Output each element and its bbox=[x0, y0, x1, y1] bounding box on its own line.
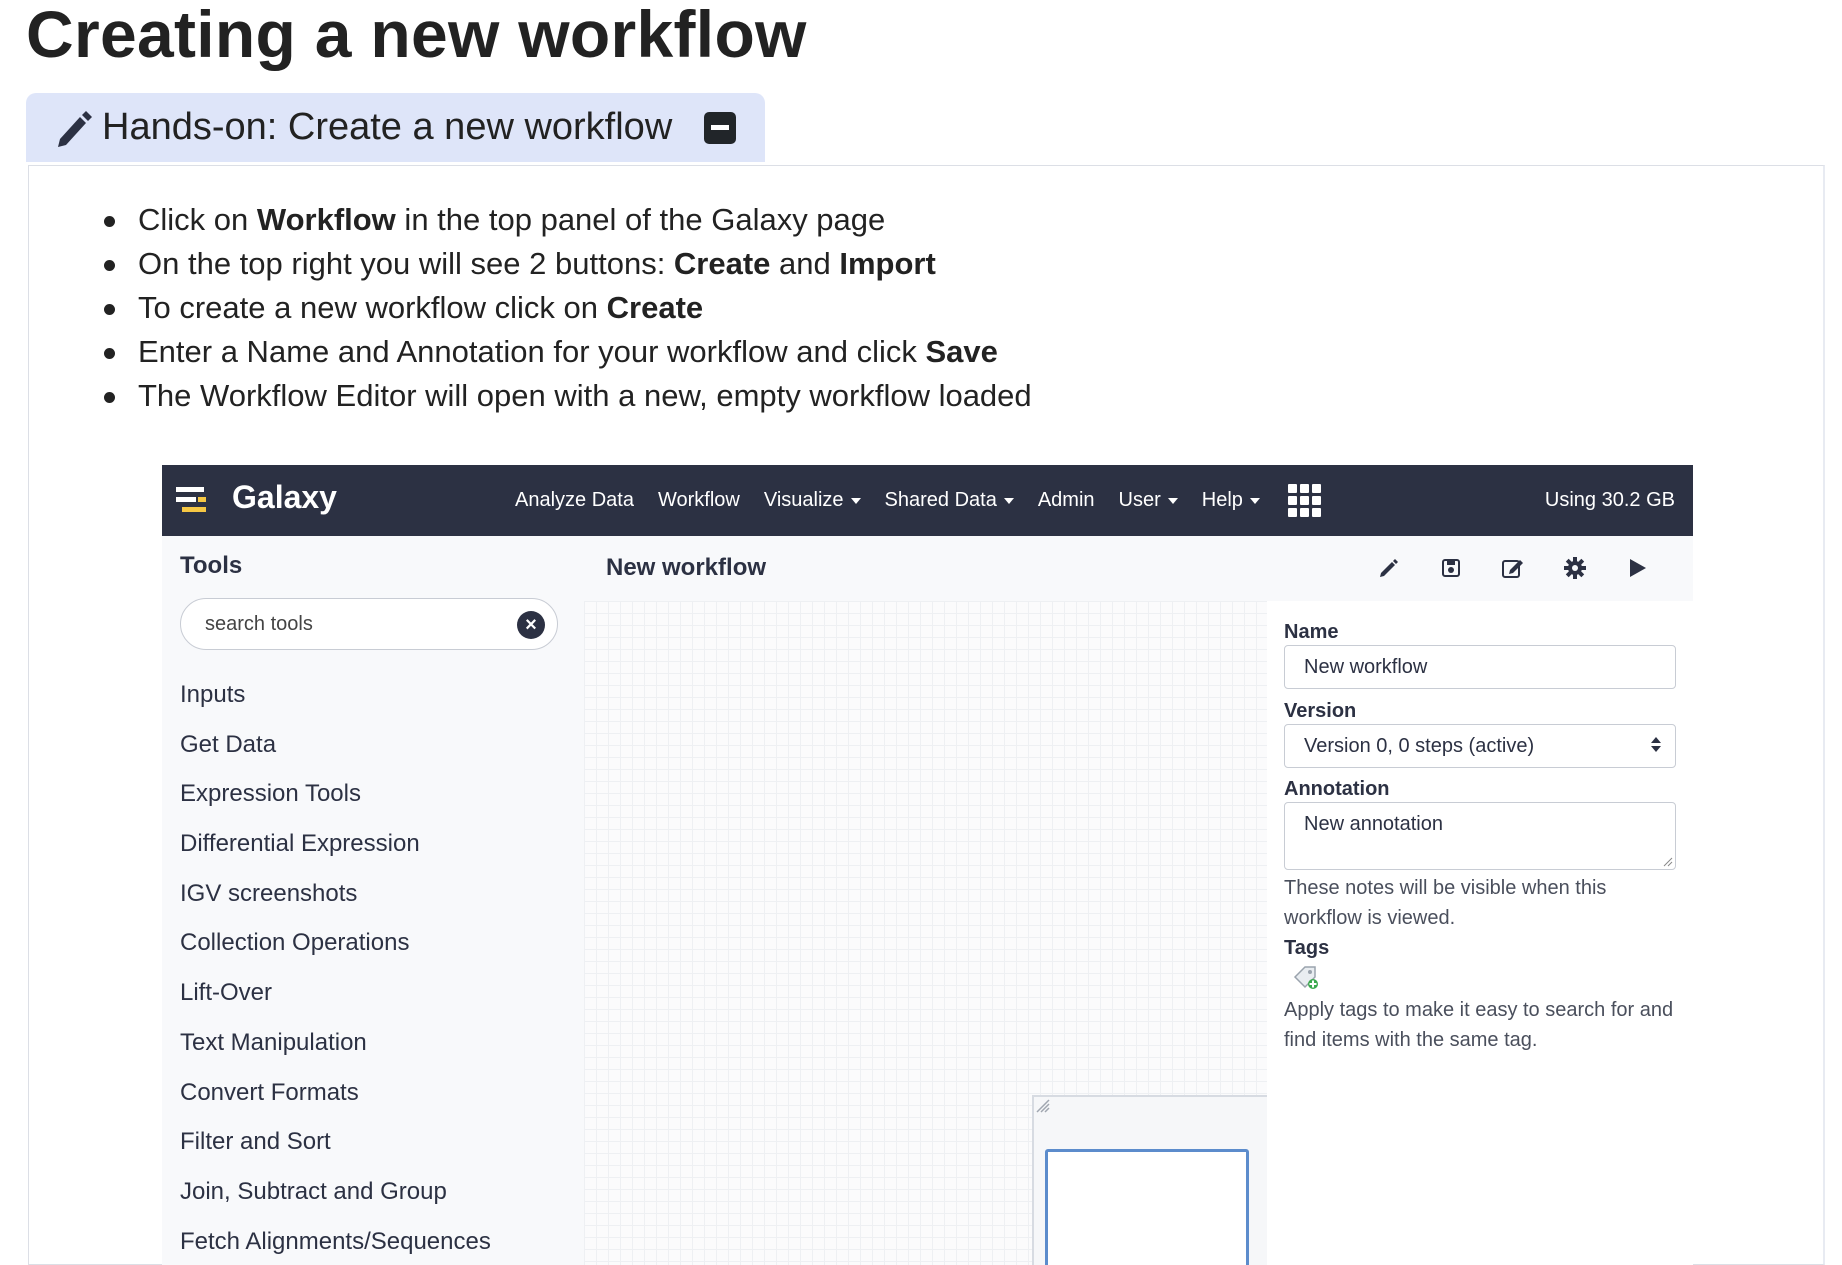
save-icon[interactable] bbox=[1435, 552, 1467, 584]
list-item: To create a new workflow click on Create bbox=[98, 286, 1032, 330]
tool-section-item[interactable]: Convert Formats bbox=[180, 1078, 491, 1128]
editor-toolbar bbox=[1343, 552, 1653, 584]
nav-bar: Analyze Data Workflow Visualize Shared D… bbox=[515, 465, 1321, 536]
masthead: Galaxy Analyze Data Workflow Visualize S… bbox=[162, 465, 1693, 536]
apps-grid-icon[interactable] bbox=[1287, 484, 1321, 517]
tool-section-item[interactable]: Lift-Over bbox=[180, 978, 491, 1028]
page-title: Creating a new workflow bbox=[26, 0, 807, 71]
tags-label: Tags bbox=[1284, 937, 1330, 959]
chevron-down-icon bbox=[1003, 497, 1014, 504]
annotation-help: These notes will be visible when this wo… bbox=[1284, 877, 1607, 929]
play-icon[interactable] bbox=[1621, 552, 1653, 584]
nav-visualize[interactable]: Visualize bbox=[764, 489, 861, 512]
editor-header: New workflow bbox=[584, 536, 1693, 601]
quota-meter[interactable]: Using 30.2 GB bbox=[1545, 489, 1675, 512]
galaxy-logo-icon bbox=[176, 487, 206, 512]
steps-list: Click on Workflow in the top panel of th… bbox=[98, 198, 1032, 418]
tool-section-item[interactable]: Expression Tools bbox=[180, 779, 491, 829]
nav-shared-data[interactable]: Shared Data bbox=[885, 489, 1014, 512]
nav-user[interactable]: User bbox=[1119, 489, 1178, 512]
list-item: The Workflow Editor will open with a new… bbox=[98, 374, 1032, 418]
chevron-down-icon bbox=[1249, 497, 1260, 504]
workflow-overview[interactable] bbox=[1032, 1095, 1269, 1265]
list-item: On the top right you will see 2 buttons:… bbox=[98, 242, 1032, 286]
overview-viewport[interactable] bbox=[1045, 1149, 1249, 1265]
tool-section-item[interactable]: Get Data bbox=[180, 730, 491, 780]
edit-icon[interactable] bbox=[1497, 552, 1529, 584]
chevron-down-icon bbox=[1167, 497, 1178, 504]
tool-panel: Tools search tools × Inputs Get Data Exp… bbox=[162, 536, 584, 1265]
tool-section-list: Inputs Get Data Expression Tools Differe… bbox=[180, 680, 491, 1265]
annotation-field[interactable]: New annotation bbox=[1284, 802, 1676, 870]
tool-section-item[interactable]: Text Manipulation bbox=[180, 1028, 491, 1078]
handson-title: Hands-on: Create a new workflow bbox=[102, 106, 673, 148]
tool-section-item[interactable]: Filter and Sort bbox=[180, 1127, 491, 1177]
chevron-down-icon bbox=[850, 497, 861, 504]
resize-grip-icon[interactable] bbox=[1663, 857, 1673, 867]
list-item: Enter a Name and Annotation for your wor… bbox=[98, 330, 1032, 374]
tool-section-item[interactable]: Collection Operations bbox=[180, 928, 491, 978]
select-arrows-icon bbox=[1651, 737, 1661, 752]
tools-title: Tools bbox=[180, 552, 243, 579]
tool-section-item[interactable]: Inputs bbox=[180, 680, 491, 730]
name-label: Name bbox=[1284, 621, 1339, 643]
version-label: Version bbox=[1284, 700, 1357, 722]
tool-section-item[interactable]: Fetch Alignments/Sequences bbox=[180, 1227, 491, 1265]
nav-analyze-data[interactable]: Analyze Data bbox=[515, 489, 634, 512]
handson-header: Hands-on: Create a new workflow bbox=[26, 93, 765, 162]
nav-help[interactable]: Help bbox=[1202, 489, 1260, 512]
annotation-label: Annotation bbox=[1284, 778, 1390, 800]
tool-section-item[interactable]: IGV screenshots bbox=[180, 879, 491, 929]
tool-section-item[interactable]: Differential Expression bbox=[180, 829, 491, 879]
nav-workflow[interactable]: Workflow bbox=[658, 489, 740, 512]
version-select[interactable]: Version 0, 0 steps (active) bbox=[1284, 724, 1676, 768]
clear-search-icon[interactable]: × bbox=[517, 611, 545, 639]
add-tag-icon[interactable] bbox=[1291, 963, 1321, 991]
tags-help: Apply tags to make it easy to search for… bbox=[1284, 999, 1674, 1051]
resize-grip-icon[interactable] bbox=[1036, 1099, 1050, 1113]
search-input[interactable]: search tools × bbox=[180, 598, 558, 650]
nav-admin[interactable]: Admin bbox=[1038, 489, 1095, 512]
tool-section-item[interactable]: Join, Subtract and Group bbox=[180, 1177, 491, 1227]
pencil-icon[interactable] bbox=[1373, 552, 1405, 584]
list-item: Click on Workflow in the top panel of th… bbox=[98, 198, 1032, 242]
workflow-title: New workflow bbox=[606, 554, 767, 581]
name-field[interactable]: New workflow bbox=[1284, 645, 1676, 689]
gear-icon[interactable] bbox=[1559, 552, 1591, 584]
collapse-button[interactable] bbox=[704, 111, 737, 144]
minus-icon bbox=[711, 125, 730, 130]
search-placeholder: search tools bbox=[205, 613, 313, 635]
brand-name[interactable]: Galaxy bbox=[232, 479, 337, 516]
galaxy-screenshot: Galaxy Analyze Data Workflow Visualize S… bbox=[162, 465, 1693, 1265]
attributes-panel: Name New workflow Version Version 0, 0 s… bbox=[1267, 601, 1693, 1265]
pencil-icon bbox=[58, 110, 92, 147]
